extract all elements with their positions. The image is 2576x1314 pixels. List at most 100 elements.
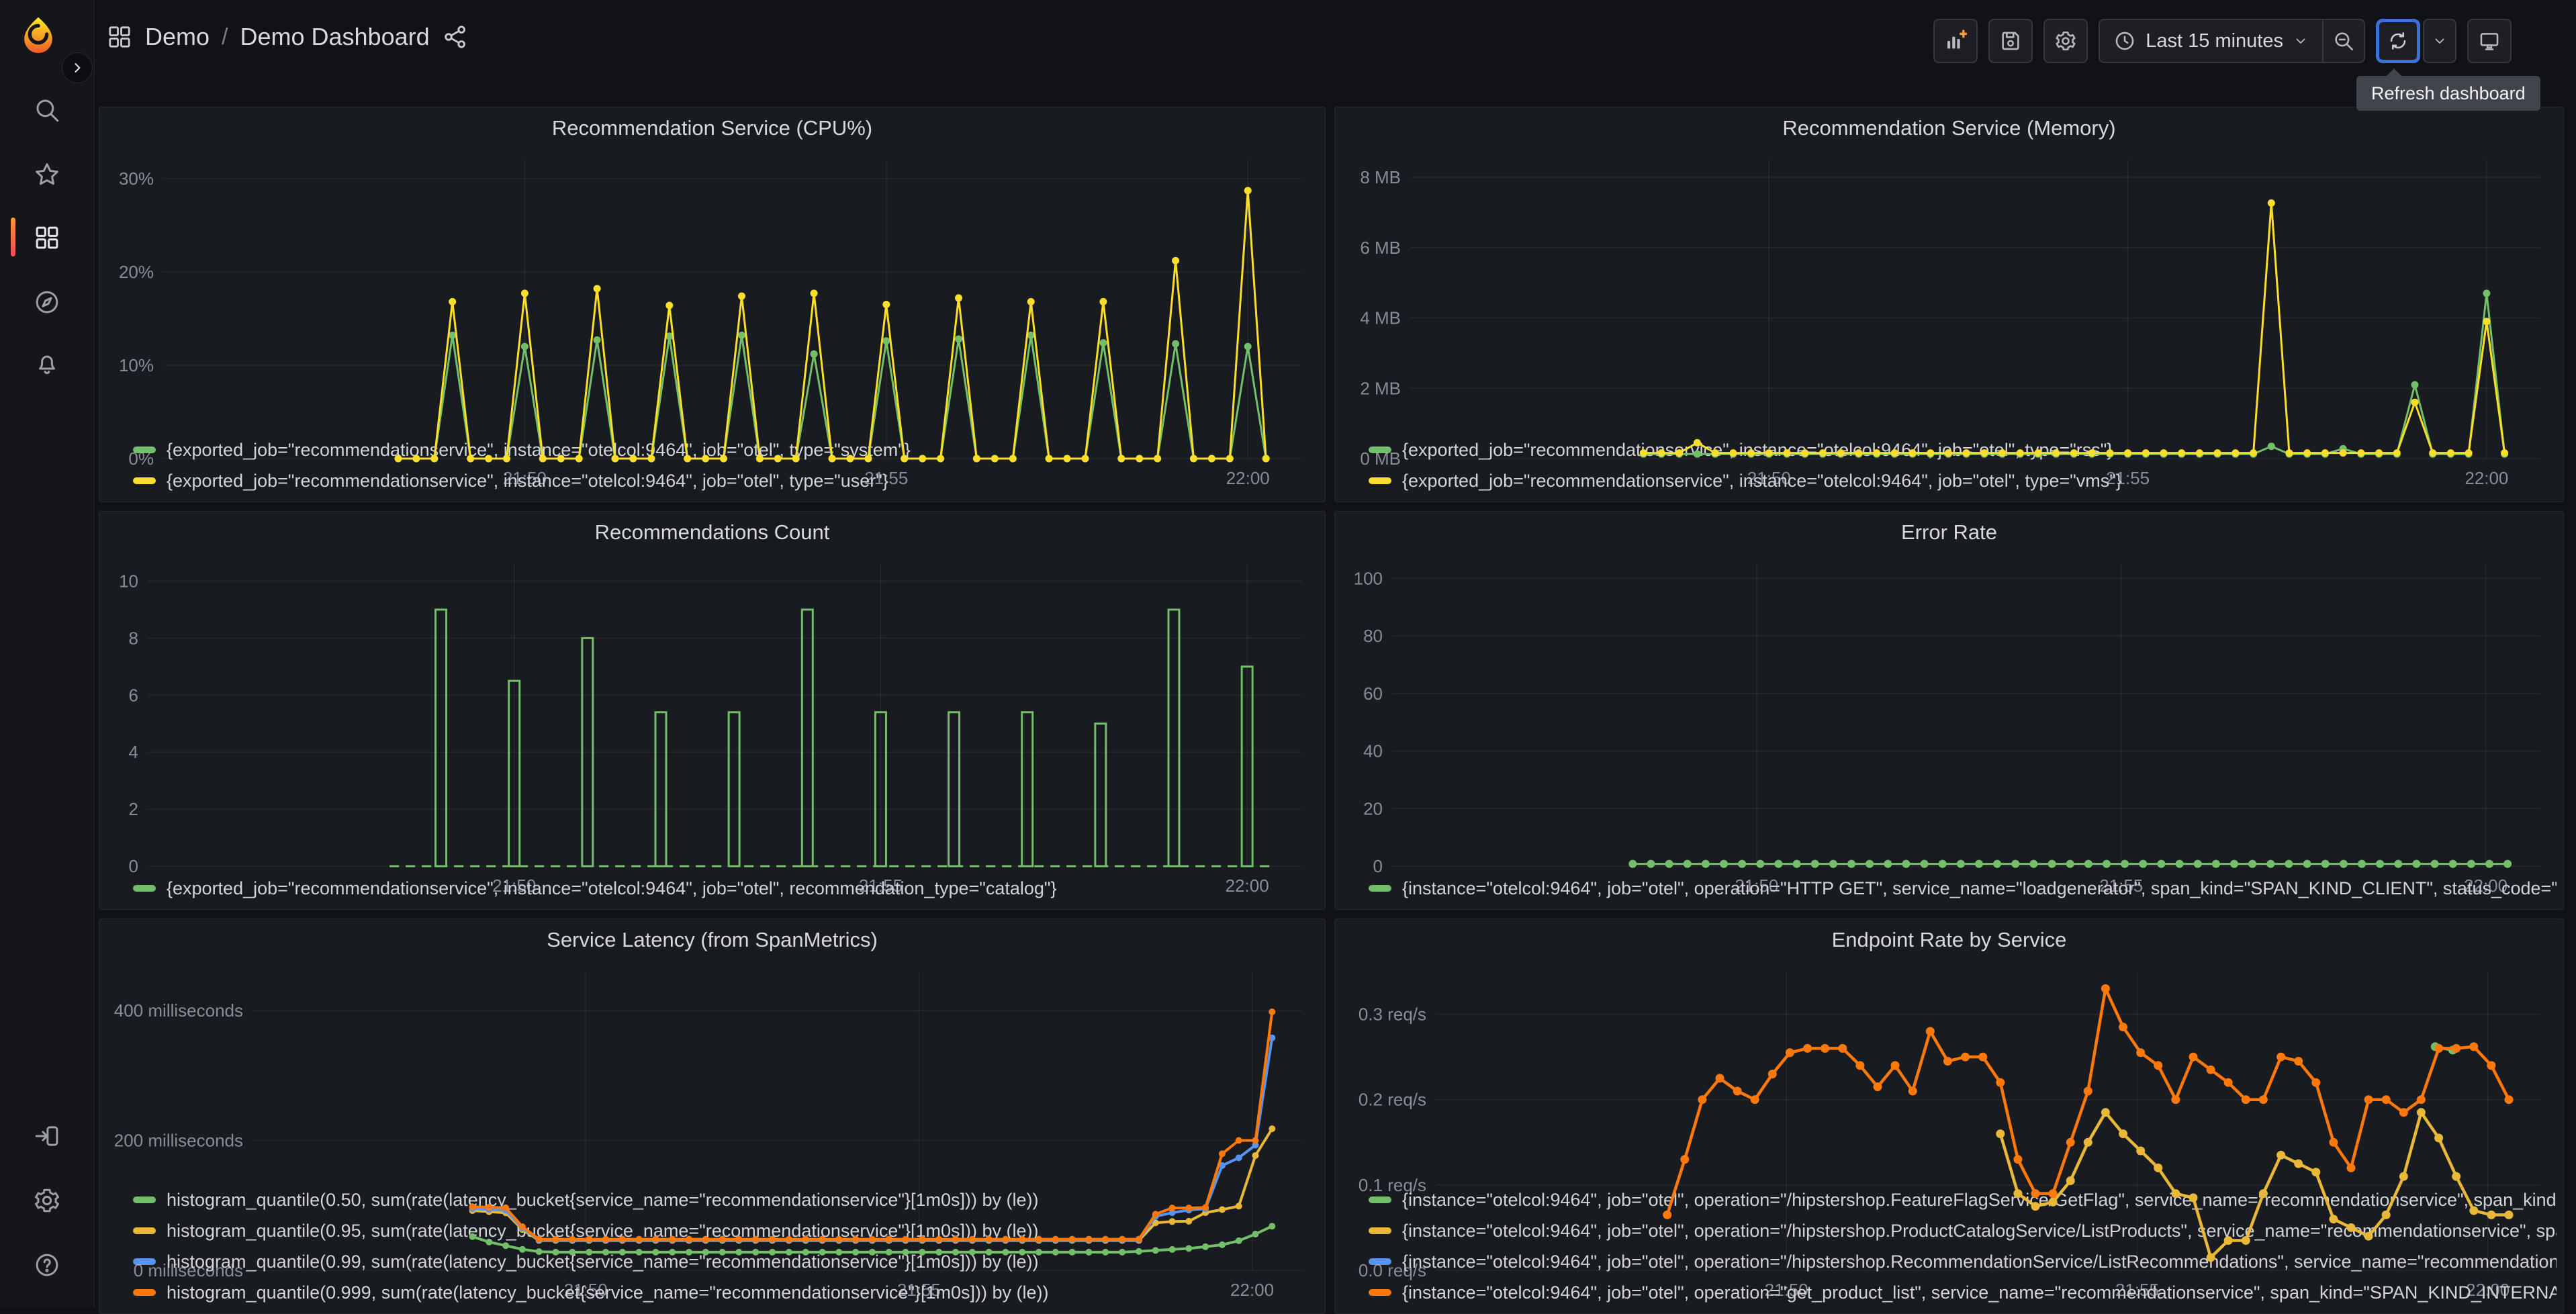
svg-text:6 MB: 6 MB <box>1360 238 1401 258</box>
top-bar: Demo / Demo Dashboard Last 15 minutes <box>94 0 2576 82</box>
svg-text:40: 40 <box>1363 741 1383 761</box>
panel-endpoint-rate: Endpoint Rate by Service 21:50 21:55 22:00… <box>1334 919 2564 1314</box>
panel-add-icon <box>1947 30 1968 49</box>
dashboard-settings-button[interactable] <box>2043 19 2088 63</box>
sync-icon <box>2390 32 2406 50</box>
svg-text:21:55: 21:55 <box>859 876 903 896</box>
kiosk-mode-button[interactable] <box>2467 19 2512 63</box>
time-range-label: Last 15 minutes <box>2146 30 2283 52</box>
sidebar-item-sign-in[interactable] <box>0 1112 94 1160</box>
svg-text:0.0 req/s: 0.0 req/s <box>1359 1260 1426 1280</box>
tooltip-text: Refresh dashboard <box>2371 83 2526 103</box>
panel-chart: 21:50 21:55 22:00 0 20 40 60 80 100 <box>1335 553 2563 896</box>
panel-title[interactable]: Recommendations Count <box>99 512 1325 553</box>
share-alt-icon[interactable] <box>442 24 469 50</box>
svg-text:0.3 req/s: 0.3 req/s <box>1359 1004 1426 1025</box>
panel-chart: 21:50 21:55 22:00 0 2 4 6 8 10 <box>99 553 1325 896</box>
svg-text:21:50: 21:50 <box>1735 876 1778 896</box>
svg-text:21:55: 21:55 <box>864 468 908 488</box>
panel-chart: 21:50 21:55 22:00 0% 10% 20% 30% <box>99 149 1325 488</box>
svg-text:0: 0 <box>129 856 138 876</box>
active-indicator <box>11 218 15 256</box>
svg-text:22:00: 22:00 <box>2465 468 2508 488</box>
panel-title[interactable]: Endpoint Rate by Service <box>1335 919 2563 961</box>
time-picker-group: Last 15 minutes <box>2099 19 2365 63</box>
bell-icon <box>39 355 55 375</box>
svg-text:0.1 req/s: 0.1 req/s <box>1359 1175 1426 1195</box>
svg-text:0%: 0% <box>128 449 154 469</box>
panel-title[interactable]: Error Rate <box>1335 512 2563 553</box>
svg-text:4: 4 <box>129 742 138 762</box>
svg-text:8: 8 <box>129 628 138 648</box>
svg-text:22:00: 22:00 <box>2466 1280 2510 1300</box>
svg-text:21:50: 21:50 <box>564 1280 608 1300</box>
grafana-logo-icon[interactable] <box>19 15 58 54</box>
svg-text:100: 100 <box>1354 568 1383 588</box>
sidebar-item-dashboards[interactable] <box>0 214 94 262</box>
svg-text:4 MB: 4 MB <box>1360 308 1401 328</box>
question-circle-icon <box>36 1254 58 1276</box>
svg-text:30%: 30% <box>119 169 154 189</box>
apps-grid-icon <box>36 226 58 249</box>
sidebar-expand-button[interactable] <box>62 52 93 83</box>
sidebar-item-search[interactable] <box>0 86 94 134</box>
svg-text:10%: 10% <box>119 355 154 375</box>
breadcrumb-section[interactable]: Demo <box>145 23 210 51</box>
sidebar-item-explore[interactable] <box>0 278 94 326</box>
chevron-down-icon <box>2435 38 2444 44</box>
svg-text:10: 10 <box>119 571 138 591</box>
add-panel-button[interactable] <box>1933 19 1978 63</box>
svg-text:0 MB: 0 MB <box>1360 449 1401 469</box>
panel-service-latency: Service Latency (from SpanMetrics) 21:50… <box>99 919 1326 1314</box>
svg-text:60: 60 <box>1363 684 1383 704</box>
search-icon <box>36 99 59 122</box>
monitor-icon <box>2480 33 2499 50</box>
svg-text:20%: 20% <box>119 262 154 282</box>
svg-text:21:50: 21:50 <box>1765 1280 1808 1300</box>
compass-icon <box>36 291 58 314</box>
time-range-button[interactable]: Last 15 minutes <box>2100 20 2322 62</box>
refresh-interval-button[interactable] <box>2423 19 2456 63</box>
svg-text:6: 6 <box>129 685 138 705</box>
panel-title[interactable]: Recommendation Service (CPU%) <box>99 107 1325 149</box>
zoom-out-button[interactable] <box>2324 20 2364 62</box>
refresh-group <box>2376 19 2456 63</box>
refresh-button[interactable] <box>2376 19 2420 63</box>
breadcrumb: Demo / Demo Dashboard <box>106 23 469 51</box>
search-minus-icon <box>2335 32 2354 51</box>
svg-text:22:00: 22:00 <box>1226 468 1270 488</box>
sign-in-icon <box>35 1126 58 1146</box>
panel-recommendation-cpu: Recommendation Service (CPU%) 21:50 21:55… <box>99 107 1326 502</box>
svg-text:200 milliseconds: 200 milliseconds <box>114 1131 243 1151</box>
svg-text:400 milliseconds: 400 milliseconds <box>114 1000 243 1021</box>
gear-icon <box>35 1188 59 1213</box>
svg-text:21:50: 21:50 <box>503 468 547 488</box>
chevron-right-icon <box>75 63 81 73</box>
svg-text:0: 0 <box>1373 856 1383 876</box>
panel-recommendation-memory: Recommendation Service (Memory) 21:50 21:… <box>1334 107 2564 502</box>
star-icon <box>36 163 58 185</box>
sidebar-item-alerting[interactable] <box>0 340 94 388</box>
svg-text:21:55: 21:55 <box>2106 468 2150 488</box>
panel-chart: 21:50 21:55 22:00 0 milliseconds 200 millise… <box>99 961 1325 1300</box>
panel-title[interactable]: Recommendation Service (Memory) <box>1335 107 2563 149</box>
breadcrumb-separator: / <box>222 24 228 50</box>
gear-icon <box>2056 31 2076 51</box>
panel-chart: 21:50 21:55 22:00 0 MB 2 MB 4 MB 6 MB 8 MB <box>1335 149 2563 488</box>
panel-error-rate: Error Rate 21:50 21:55 22:00 0 20 40 60 80 100 {… <box>1334 511 2564 910</box>
svg-text:21:50: 21:50 <box>1747 468 1791 488</box>
sidebar-item-configuration[interactable] <box>0 1176 94 1225</box>
sidebar-item-help[interactable] <box>0 1241 94 1289</box>
svg-text:22:00: 22:00 <box>1230 1280 1274 1300</box>
svg-text:21:55: 21:55 <box>897 1280 941 1300</box>
panel-title[interactable]: Service Latency (from SpanMetrics) <box>99 919 1325 961</box>
save-dashboard-button[interactable] <box>1988 19 2033 63</box>
chevron-down-icon <box>2296 38 2305 44</box>
sidebar-item-starred[interactable] <box>0 150 94 199</box>
svg-text:80: 80 <box>1363 626 1383 646</box>
breadcrumb-dashboard-title[interactable]: Demo Dashboard <box>240 23 429 51</box>
svg-text:22:00: 22:00 <box>1226 876 1269 896</box>
svg-text:22:00: 22:00 <box>2464 876 2508 896</box>
clock-icon <box>2115 32 2134 50</box>
save-icon <box>2002 32 2019 50</box>
